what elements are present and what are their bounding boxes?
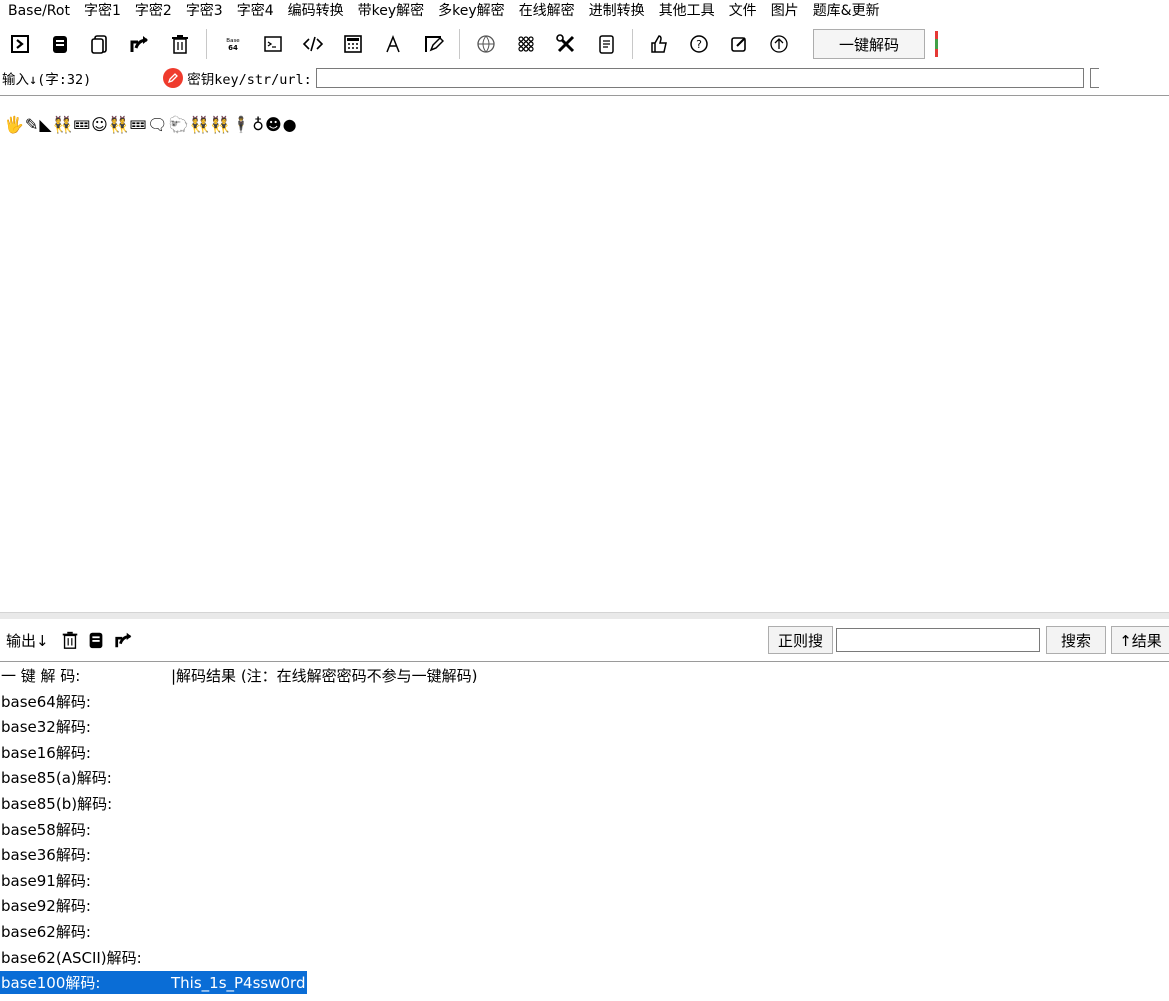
result-row[interactable]: base85(a)解码: bbox=[0, 766, 171, 789]
result-value: |解码结果 (注：在线解密密码不参与一键解码) bbox=[171, 667, 478, 685]
svg-text:?: ? bbox=[696, 38, 702, 51]
toolbar-separator bbox=[206, 29, 207, 59]
base64-icon[interactable]: Base 64 bbox=[218, 29, 248, 59]
result-key: base100解码: bbox=[1, 974, 101, 993]
output-label: 输出↓ bbox=[6, 631, 49, 650]
menu-item[interactable]: 字密3 bbox=[179, 1, 230, 21]
result-key: base32解码: bbox=[1, 718, 91, 737]
menu-item[interactable]: 多key解密 bbox=[431, 1, 512, 21]
globe-icon[interactable] bbox=[471, 29, 501, 59]
result-key: 一 键 解 码: bbox=[1, 667, 81, 685]
result-key: base85(b)解码: bbox=[1, 795, 113, 813]
notes-icon[interactable] bbox=[724, 29, 754, 59]
trash-icon[interactable] bbox=[165, 29, 195, 59]
menu-item[interactable]: 文件 bbox=[722, 1, 764, 21]
menu-item[interactable]: 字密4 bbox=[230, 1, 281, 21]
document-icon[interactable] bbox=[591, 29, 621, 59]
key-input[interactable] bbox=[315, 68, 1084, 88]
key-label: 密钥key/str/url: bbox=[187, 72, 312, 88]
result-row[interactable]: base16解码: bbox=[0, 741, 171, 764]
terminal-icon[interactable] bbox=[258, 29, 288, 59]
edit-icon[interactable] bbox=[418, 29, 448, 59]
import-icon[interactable] bbox=[5, 29, 35, 59]
regex-search-button[interactable]: 正则搜 bbox=[768, 626, 833, 654]
input-row: 输入↓(字:32) 密钥key/str/url: bbox=[0, 66, 1169, 90]
calculator-icon[interactable] bbox=[338, 29, 368, 59]
menu-item[interactable]: 题库&更新 bbox=[806, 1, 887, 21]
result-key: base36解码: bbox=[1, 846, 91, 865]
toolbar-separator bbox=[632, 29, 633, 59]
result-key: base91解码: bbox=[1, 871, 91, 890]
svg-text:64: 64 bbox=[228, 44, 238, 52]
input-label: 输入↓(字:32) bbox=[2, 72, 92, 88]
results-list[interactable]: 一 键 解 码: |解码结果 (注：在线解密密码不参与一键解码) base64解码:… bbox=[0, 664, 1169, 1001]
result-key: base85(a)解码: bbox=[1, 769, 112, 788]
upload-icon[interactable] bbox=[764, 29, 794, 59]
help-icon[interactable]: ? bbox=[684, 29, 714, 59]
result-key: base58解码: bbox=[1, 820, 91, 839]
font-icon[interactable] bbox=[378, 29, 408, 59]
search-input[interactable] bbox=[836, 628, 1040, 652]
result-key: base62解码: bbox=[1, 923, 91, 941]
menu-item[interactable]: 图片 bbox=[764, 1, 806, 21]
input-text: 🖐✎◣👯🝚☺👯🝚🗨🐑👯👯🕴♁☻● bbox=[4, 115, 298, 134]
result-row[interactable]: base32解码: bbox=[0, 715, 171, 738]
result-row[interactable]: base100解码: This_1s_P4ssw0rd bbox=[0, 971, 308, 995]
menu-item[interactable]: 在线解密 bbox=[512, 1, 582, 21]
result-key: base62(ASCII)解码: bbox=[1, 948, 142, 967]
result-key: base64解码: bbox=[1, 692, 91, 711]
tools-icon[interactable] bbox=[551, 29, 581, 59]
key-edit-icon bbox=[163, 68, 184, 88]
menu-item[interactable]: 进制转换 bbox=[582, 1, 652, 21]
splitter[interactable] bbox=[0, 612, 1169, 619]
result-row[interactable]: base36解码: bbox=[0, 843, 171, 866]
result-button[interactable]: ↑结果 bbox=[1111, 626, 1169, 654]
menu-item[interactable]: 字密2 bbox=[128, 1, 179, 21]
result-row[interactable]: base85(b)解码: bbox=[0, 792, 171, 815]
search-button[interactable]: 搜索 bbox=[1046, 626, 1106, 654]
grid-icon[interactable] bbox=[511, 29, 541, 59]
result-row[interactable]: base62(ASCII)解码: bbox=[0, 946, 171, 969]
toolbar-separator bbox=[459, 29, 460, 59]
result-row[interactable]: 一 键 解 码: |解码结果 (注：在线解密密码不参与一键解码) bbox=[0, 664, 478, 687]
menu-item[interactable]: 带key解密 bbox=[351, 1, 432, 21]
copy-icon[interactable] bbox=[45, 29, 75, 59]
trash-icon[interactable] bbox=[59, 629, 81, 651]
result-row[interactable]: base91解码: bbox=[0, 869, 171, 892]
input-textarea[interactable]: 🖐✎◣👯🝚☺👯🝚🗨🐑👯👯🕴♁☻● bbox=[0, 95, 1169, 613]
menu-item[interactable]: Base/Rot bbox=[0, 1, 77, 21]
result-row[interactable]: base62解码: bbox=[0, 920, 171, 943]
menu-item[interactable]: 编码转换 bbox=[281, 1, 351, 21]
result-value: This_1s_P4ssw0rd bbox=[171, 973, 306, 992]
result-row[interactable]: base58解码: bbox=[0, 818, 171, 841]
share-icon[interactable] bbox=[125, 29, 155, 59]
like-icon[interactable] bbox=[644, 29, 674, 59]
menu-item[interactable]: 其他工具 bbox=[652, 1, 722, 21]
copy-icon[interactable] bbox=[85, 629, 107, 651]
result-key: base92解码: bbox=[1, 897, 91, 916]
code-icon[interactable] bbox=[298, 29, 328, 59]
output-toolbar: 输出↓ 正则搜 搜索 ↑结果 bbox=[0, 619, 1169, 662]
extra-field-edge[interactable] bbox=[1089, 68, 1099, 88]
paste-icon[interactable] bbox=[85, 29, 115, 59]
toolbar: Base 64 ? 一键解码 bbox=[0, 23, 1169, 65]
share-icon[interactable] bbox=[113, 629, 135, 651]
result-row[interactable]: base64解码: bbox=[0, 690, 171, 713]
result-key: base16解码: bbox=[1, 743, 91, 762]
one-key-decode-button[interactable]: 一键解码 bbox=[813, 29, 925, 59]
selection-highlight: base100解码: This_1s_P4ssw0rd bbox=[0, 971, 308, 995]
status-indicator bbox=[935, 31, 938, 57]
menu-bar: Base/Rot 字密1 字密2 字密3 字密4 编码转换 带key解密 多key解密 在线解密… bbox=[0, 0, 1169, 22]
result-row[interactable]: base92解码: bbox=[0, 894, 171, 917]
menu-item[interactable]: 字密1 bbox=[77, 1, 128, 21]
